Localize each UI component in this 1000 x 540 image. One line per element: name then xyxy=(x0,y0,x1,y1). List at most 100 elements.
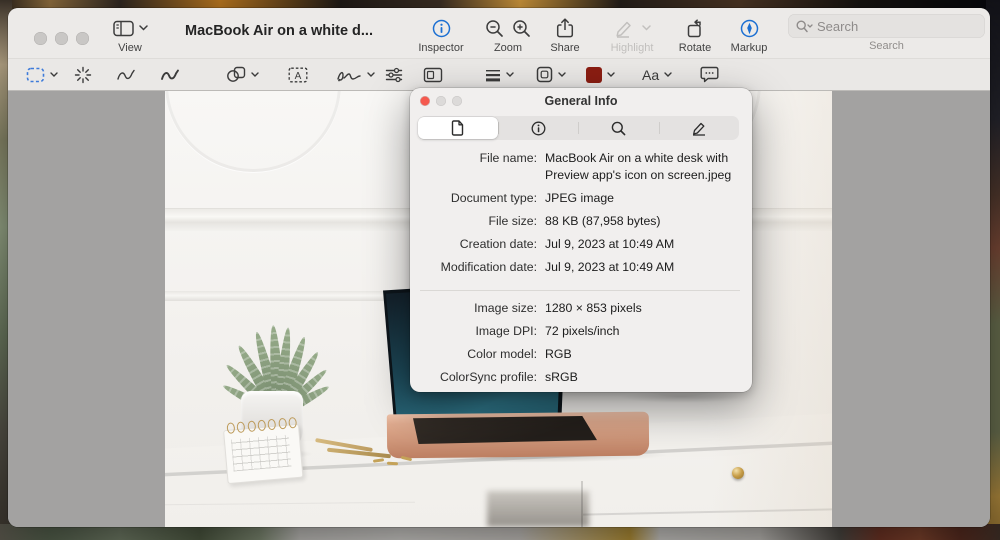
share-icon xyxy=(556,18,574,38)
markup-toolbar-row: A xyxy=(8,59,990,90)
info-row: Modification date:Jul 9, 2023 at 10:49 A… xyxy=(410,259,752,276)
document-icon xyxy=(451,120,464,136)
info-row: File name:MacBook Air on a white desk wi… xyxy=(410,150,752,184)
annotations-tab[interactable] xyxy=(660,116,740,140)
window-title: MacBook Air on a white d... xyxy=(185,8,373,58)
info-value: 72 pixels/inch xyxy=(545,323,752,340)
text-style-control[interactable]: Aa xyxy=(642,59,672,90)
zoom-in-icon[interactable] xyxy=(512,19,531,38)
instant-alpha-tool[interactable] xyxy=(74,59,92,90)
dashed-selection-icon xyxy=(26,67,45,83)
instant-alpha-icon xyxy=(74,66,92,84)
panel-titlebar: General Info xyxy=(410,88,752,114)
info-value: Jul 9, 2023 at 10:49 AM xyxy=(545,236,752,253)
chevron-down-icon xyxy=(607,72,615,77)
view-button-label: View xyxy=(104,42,156,54)
magnifier-icon xyxy=(611,121,626,136)
markup-button[interactable]: Markup xyxy=(724,16,774,54)
shapes-tool[interactable] xyxy=(226,59,259,90)
info-value: 88 KB (87,958 bytes) xyxy=(545,213,752,230)
info-circle-icon xyxy=(432,19,451,38)
info-label: Modification date: xyxy=(410,259,545,276)
text-tool[interactable]: A xyxy=(288,59,308,90)
inspector-button[interactable]: Inspector xyxy=(410,16,472,54)
shapes-icon xyxy=(226,66,246,83)
info-row: Document type:JPEG image xyxy=(410,190,752,207)
view-button[interactable]: View xyxy=(104,16,156,54)
close-button[interactable] xyxy=(34,32,47,45)
zoom-label: Zoom xyxy=(478,42,538,54)
highlight-label: Highlight xyxy=(600,42,664,54)
sidebar-icon xyxy=(113,20,134,37)
info-row: ColorSync profile:sRGB xyxy=(410,369,752,386)
border-color-control[interactable] xyxy=(536,59,566,90)
minimize-button[interactable] xyxy=(55,32,68,45)
search-input[interactable]: Search xyxy=(788,14,985,38)
info-value: JPEG image xyxy=(545,190,752,207)
zoom-buttons[interactable]: Zoom xyxy=(478,16,538,54)
zoom-out-icon[interactable] xyxy=(485,19,504,38)
info-label: Creation date: xyxy=(410,236,545,253)
rotate-label: Rotate xyxy=(670,42,720,54)
image-info-section: Image size:1280 × 853 pixelsImage DPI:72… xyxy=(410,300,752,392)
resize-box-icon xyxy=(423,67,443,83)
zoom-window-button[interactable] xyxy=(76,32,89,45)
info-label: Image size: xyxy=(410,300,545,317)
info-value: sRGB xyxy=(545,369,752,386)
info-label: Color model: xyxy=(410,346,545,363)
share-button[interactable]: Share xyxy=(540,16,590,54)
info-circle-icon xyxy=(531,121,546,136)
info-label: ColorSync profile: xyxy=(410,369,545,386)
info-row: Image size:1280 × 853 pixels xyxy=(410,300,752,317)
general-info-tab[interactable] xyxy=(418,117,498,139)
chevron-down-icon xyxy=(139,25,148,31)
fill-color-control[interactable] xyxy=(586,59,615,90)
rotate-button[interactable]: Rotate xyxy=(670,16,720,54)
chevron-down-icon xyxy=(664,72,672,77)
info-label: Image DPI: xyxy=(410,323,545,340)
toolbar: View MacBook Air on a white d... Inspect… xyxy=(8,8,990,91)
chevron-down-icon xyxy=(558,72,566,77)
preview-window: View MacBook Air on a white d... Inspect… xyxy=(8,8,990,527)
line-weight-icon xyxy=(485,68,501,82)
sign-tool[interactable] xyxy=(336,59,375,90)
search-menu-icon xyxy=(796,20,813,33)
pencil-icon xyxy=(691,121,707,136)
sliders-icon xyxy=(385,67,403,83)
file-info-section: File name:MacBook Air on a white desk wi… xyxy=(410,150,752,282)
chevron-down-icon xyxy=(506,72,514,77)
annotations-toggle[interactable] xyxy=(700,59,719,90)
sketch-squiggle-icon xyxy=(116,68,136,82)
search-area: Search Search xyxy=(788,14,985,52)
chevron-down-icon xyxy=(642,25,651,31)
draw-squiggle-icon xyxy=(160,68,180,82)
adjust-color-tool[interactable] xyxy=(385,59,403,90)
line-weight-control[interactable] xyxy=(485,59,514,90)
info-label: File name: xyxy=(410,150,545,184)
sketch-tool[interactable] xyxy=(116,59,136,90)
signature-icon xyxy=(336,67,362,82)
rotate-icon xyxy=(686,19,705,38)
info-label: File size: xyxy=(410,213,545,230)
chevron-down-icon xyxy=(50,72,58,77)
border-color-icon xyxy=(536,66,553,83)
info-label: Document type: xyxy=(410,190,545,207)
search-label: Search xyxy=(788,40,985,52)
info-value: RGB xyxy=(545,346,752,363)
text-style-aa: Aa xyxy=(642,67,659,83)
info-row: File size:88 KB (87,958 bytes) xyxy=(410,213,752,230)
info-value: 1280 × 853 pixels xyxy=(545,300,752,317)
share-label: Share xyxy=(540,42,590,54)
inspector-label: Inspector xyxy=(410,42,472,54)
draw-tool[interactable] xyxy=(160,59,180,90)
info-row: Color model:RGB xyxy=(410,346,752,363)
info-value: Jul 9, 2023 at 10:49 AM xyxy=(545,259,752,276)
adjust-size-tool[interactable] xyxy=(423,59,443,90)
fill-color-swatch xyxy=(586,67,602,83)
desktop: View MacBook Air on a white d... Inspect… xyxy=(0,0,1000,540)
inspector-tab-bar xyxy=(418,116,739,140)
rectangular-selection-tool[interactable] xyxy=(26,59,58,90)
more-info-tab[interactable] xyxy=(499,116,579,140)
keywords-tab[interactable] xyxy=(579,116,659,140)
info-value: MacBook Air on a white desk with Preview… xyxy=(545,150,752,184)
